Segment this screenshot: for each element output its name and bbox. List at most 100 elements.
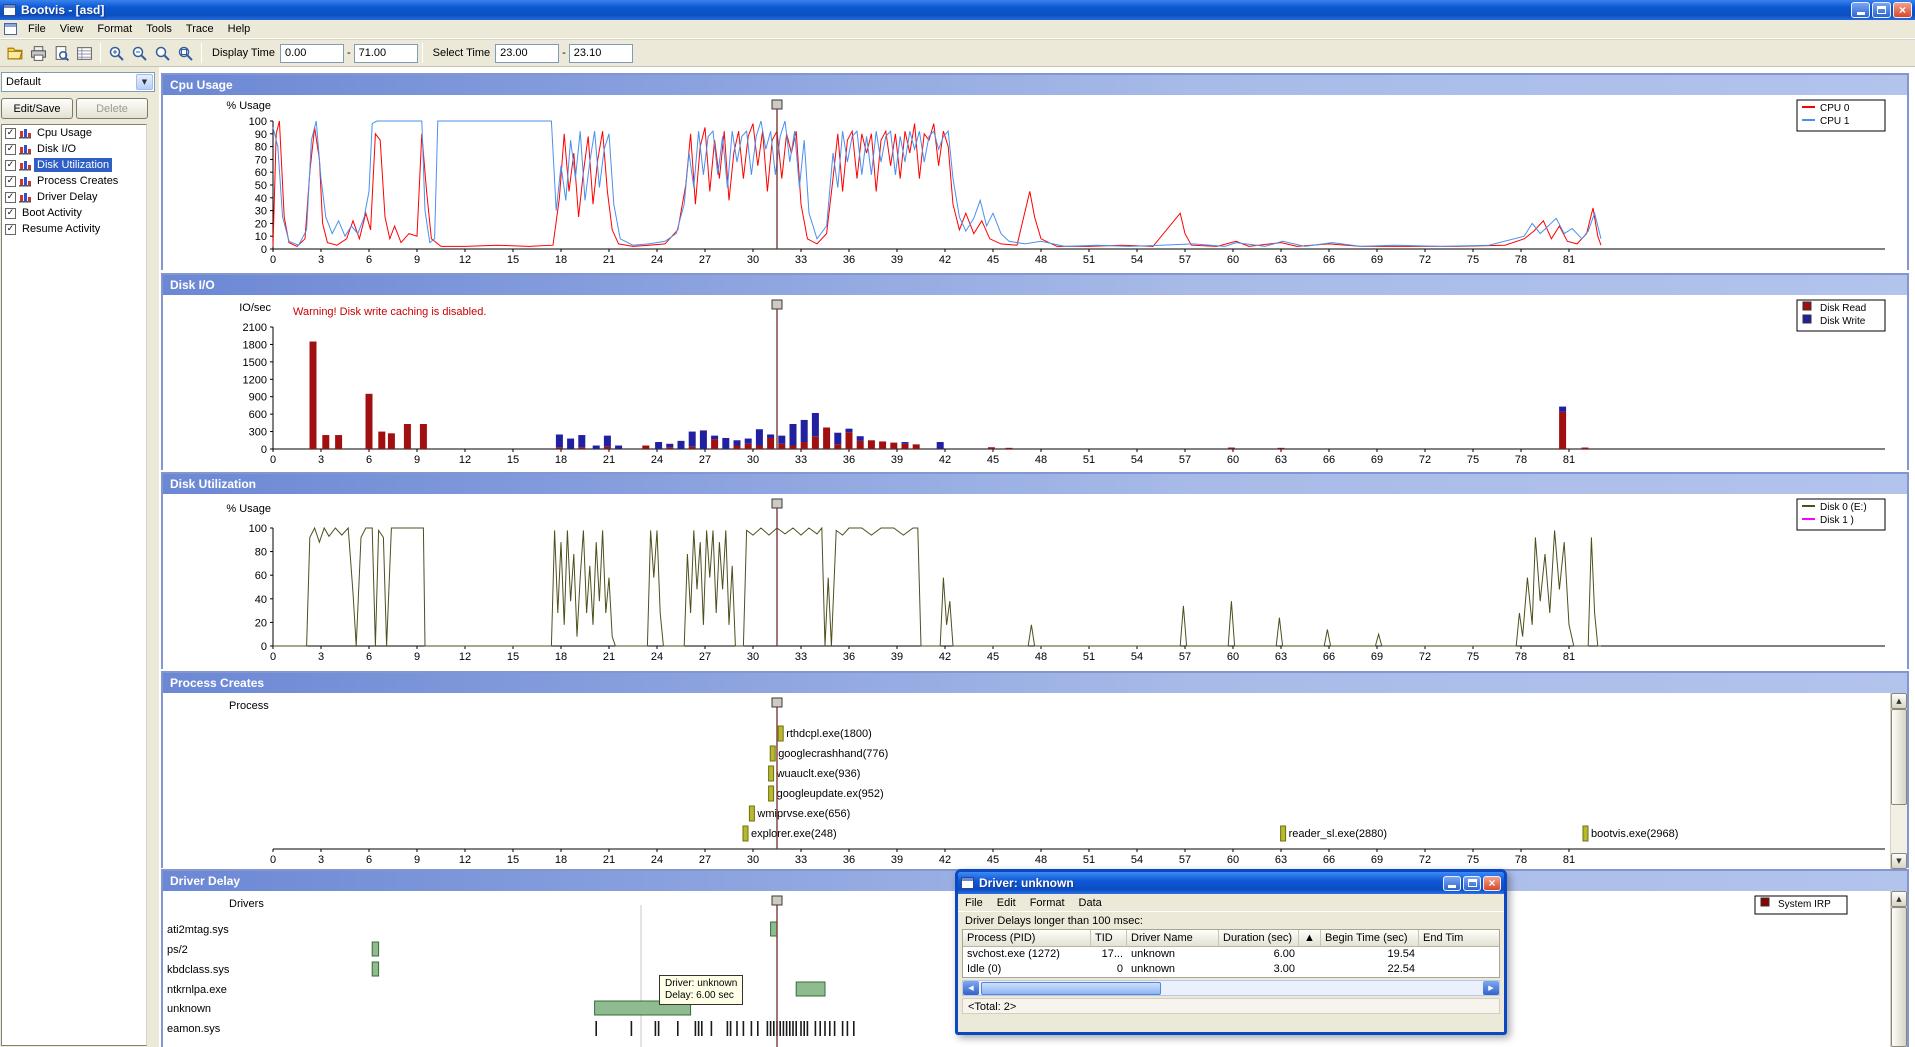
vertical-scrollbar[interactable]: ▲ ▼ [1890, 891, 1907, 1047]
zoom-reset-button[interactable] [174, 42, 197, 64]
sidebar-item-disk-i-o[interactable]: ✓Disk I/O [2, 141, 146, 157]
svg-text:57: 57 [1179, 454, 1191, 466]
scroll-down-button[interactable]: ▼ [1891, 853, 1907, 869]
process-create-marker[interactable] [778, 726, 783, 741]
popup-maximize-button[interactable] [1463, 876, 1481, 891]
print-button[interactable] [27, 42, 50, 64]
svg-text:24: 24 [651, 454, 663, 466]
menu-file[interactable]: File [21, 21, 53, 37]
svg-text:reader_sl.exe(2880): reader_sl.exe(2880) [1289, 828, 1387, 840]
close-icon: × [1488, 878, 1495, 888]
preset-dropdown[interactable]: Default ▼ [1, 72, 155, 92]
popup-menu-format[interactable]: Format [1023, 895, 1072, 911]
time-marker-handle[interactable] [772, 698, 782, 707]
svg-text:0: 0 [270, 854, 276, 866]
minimize-button[interactable] [1851, 2, 1870, 18]
chart-icon [19, 159, 32, 171]
column-header-driver-name[interactable]: Driver Name [1127, 930, 1219, 947]
popup-close-button[interactable]: × [1483, 876, 1501, 891]
checkbox[interactable]: ✓ [5, 176, 16, 187]
scroll-up-button[interactable]: ▲ [1891, 693, 1907, 709]
legend: CPU 0CPU 1 [1797, 100, 1885, 131]
svg-text:Process: Process [229, 700, 269, 712]
process-create-marker[interactable] [1281, 826, 1286, 841]
time-marker-handle[interactable] [772, 300, 782, 309]
checkbox[interactable]: ✓ [5, 224, 16, 235]
svg-text:60: 60 [1227, 854, 1239, 866]
svg-text:1500: 1500 [243, 357, 267, 369]
scroll-up-button[interactable]: ▲ [1891, 891, 1907, 907]
document-icon[interactable] [4, 23, 17, 35]
popup-minimize-button[interactable] [1443, 876, 1461, 891]
sidebar-item-cpu-usage[interactable]: ✓Cpu Usage [2, 125, 146, 141]
details-button[interactable] [73, 42, 96, 64]
zoom-in-button[interactable] [105, 42, 128, 64]
scrollbar-thumb[interactable] [981, 982, 1161, 995]
column-header-begin-time-sec-[interactable]: Begin Time (sec) [1321, 930, 1419, 947]
process-create-marker[interactable] [769, 786, 774, 801]
popup-menu-file[interactable]: File [958, 895, 990, 911]
time-marker-handle[interactable] [772, 499, 782, 508]
process-create-marker[interactable] [749, 806, 754, 821]
checkbox[interactable]: ✓ [5, 208, 16, 219]
driver-delay-bar[interactable] [372, 962, 378, 976]
svg-text:9: 9 [414, 454, 420, 466]
sidebar-item-driver-delay[interactable]: ✓Driver Delay [2, 189, 146, 205]
select-time-from-input[interactable]: 23.00 [495, 44, 559, 63]
menu-view[interactable]: View [53, 21, 91, 37]
column-header-duration-sec-[interactable]: Duration (sec) [1219, 930, 1299, 947]
sidebar-item-resume-activity[interactable]: ✓Resume Activity [2, 221, 146, 237]
column-header-process-pid-[interactable]: Process (PID) [963, 930, 1091, 947]
menu-format[interactable]: Format [90, 21, 139, 37]
process-create-marker[interactable] [770, 746, 775, 761]
horizontal-scrollbar[interactable]: ◀ ▶ [962, 980, 1500, 996]
select-time-to-input[interactable]: 23.10 [569, 44, 633, 63]
maximize-button[interactable] [1872, 2, 1891, 18]
sidebar-item-process-creates[interactable]: ✓Process Creates [2, 173, 146, 189]
display-time-to-input[interactable]: 71.00 [354, 44, 418, 63]
process-create-marker[interactable] [769, 766, 774, 781]
driver-delay-bar[interactable] [372, 942, 378, 956]
print-preview-button[interactable] [50, 42, 73, 64]
menu-tools[interactable]: Tools [139, 21, 179, 37]
sidebar-item-boot-activity[interactable]: ✓Boot Activity [2, 205, 146, 221]
table-row[interactable]: Idle (0)0unknown3.0022.54 [963, 962, 1499, 977]
popup-menu-edit[interactable]: Edit [990, 895, 1023, 911]
time-marker-handle[interactable] [772, 896, 782, 905]
delete-button[interactable]: Delete [76, 98, 148, 119]
vertical-scrollbar[interactable]: ▲ ▼ [1890, 693, 1907, 869]
svg-text:15: 15 [507, 254, 519, 266]
display-time-from-input[interactable]: 0.00 [280, 44, 344, 63]
table-row[interactable]: svchost.exe (1272)17...unknown6.0019.54 [963, 947, 1499, 962]
scrollbar-thumb[interactable] [1891, 709, 1907, 805]
scroll-left-button[interactable]: ◀ [963, 981, 979, 995]
zoom-region-button[interactable] [151, 42, 174, 64]
chevron-down-icon[interactable]: ▼ [136, 74, 153, 90]
close-button[interactable]: × [1893, 2, 1912, 18]
svg-text:81: 81 [1563, 254, 1575, 266]
svg-text:63: 63 [1275, 254, 1287, 266]
checkbox[interactable]: ✓ [5, 144, 16, 155]
column-header--[interactable]: ▲ [1299, 930, 1321, 947]
open-button[interactable] [4, 42, 27, 64]
svg-text:CPU 0: CPU 0 [1820, 103, 1850, 114]
process-create-marker[interactable] [1583, 826, 1588, 841]
zoom-out-button[interactable] [128, 42, 151, 64]
process-create-marker[interactable] [743, 826, 748, 841]
menu-trace[interactable]: Trace [179, 21, 221, 37]
checkbox[interactable]: ✓ [5, 160, 16, 171]
driver-delay-bar[interactable] [771, 922, 777, 936]
edit-save-button[interactable]: Edit/Save [1, 98, 73, 119]
driver-delay-bar[interactable] [796, 982, 825, 996]
checkbox[interactable]: ✓ [5, 192, 16, 203]
menu-help[interactable]: Help [221, 21, 258, 37]
column-header-tid[interactable]: TID [1091, 930, 1127, 947]
popup-menu-data[interactable]: Data [1072, 895, 1109, 911]
checkbox[interactable]: ✓ [5, 128, 16, 139]
sidebar-item-disk-utilization[interactable]: ✓Disk Utilization [2, 157, 146, 173]
column-header-end-tim[interactable]: End Tim [1419, 930, 1500, 947]
svg-text:33: 33 [795, 651, 807, 663]
scroll-right-button[interactable]: ▶ [1483, 981, 1499, 995]
time-marker-handle[interactable] [772, 100, 782, 109]
scrollbar-thumb[interactable] [1891, 907, 1907, 1047]
